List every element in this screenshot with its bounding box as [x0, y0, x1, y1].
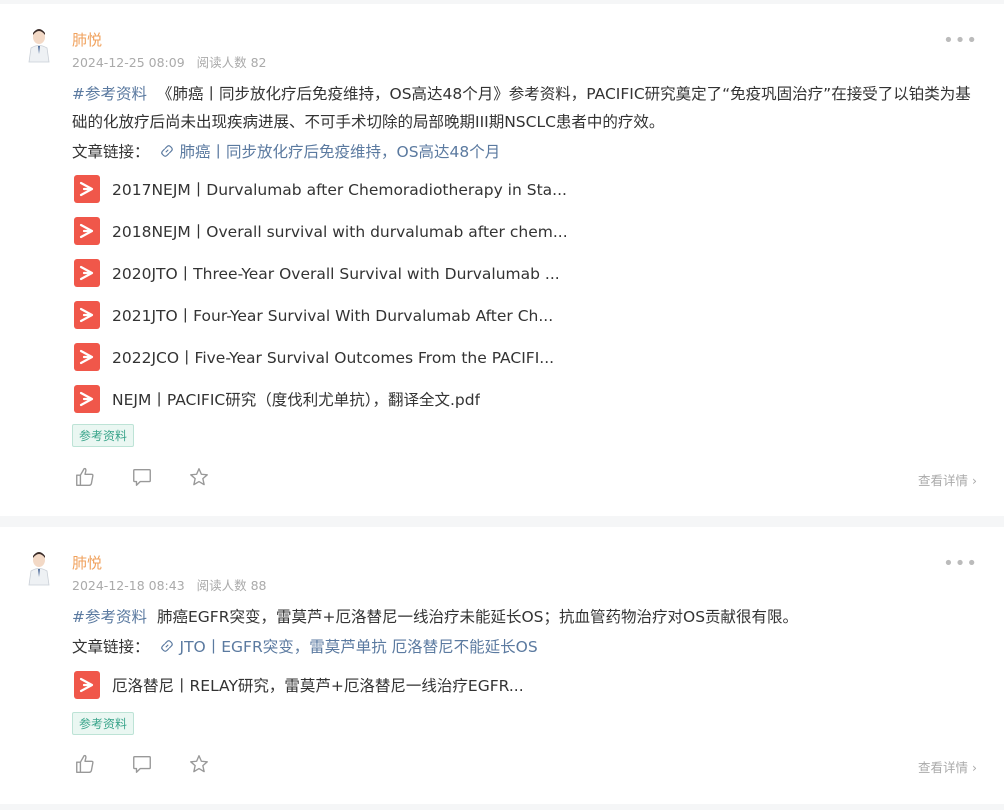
post-text-block: #参考资料 肺癌EGFR突变，雷莫芦+厄洛替尼一线治疗未能延长OS；抗血管药物治疗… [72, 603, 972, 631]
article-link[interactable]: 肺癌丨同步放化疗后免疫维持，OS高达48个月 [160, 143, 501, 161]
file-name: NEJM丨PACIFIC研究（度伐利尤单抗），翻译全文.pdf [112, 391, 481, 409]
star-icon[interactable] [186, 751, 212, 777]
comment-icon[interactable] [129, 464, 155, 490]
action-bar [72, 464, 243, 490]
hashtag[interactable]: #参考资料 [72, 608, 147, 626]
article-link-text: JTO丨EGFR突变，雷莫芦单抗 厄洛替尼不能延长OS [179, 638, 538, 656]
file-item[interactable]: 2021JTO丨Four-Year Survival With Durvalum… [72, 294, 592, 336]
file-item[interactable]: 厄洛替尼丨RELAY研究，雷莫芦+厄洛替尼一线治疗EGFR... [72, 664, 592, 706]
tag-badge[interactable]: 参考资料 [72, 424, 135, 447]
post-meta: 2024-12-18 08:43 阅读人数 88 [72, 575, 267, 594]
file-name: 2017NEJM丨Durvalumab after Chemoradiother… [112, 181, 567, 199]
like-icon[interactable] [72, 751, 98, 777]
view-detail-link[interactable]: 查看详情 › [918, 470, 977, 489]
avatar[interactable] [25, 28, 53, 64]
comment-icon[interactable] [129, 751, 155, 777]
post-meta: 2024-12-25 08:09 阅读人数 82 [72, 52, 267, 71]
article-link-text: 肺癌丨同步放化疗后免疫维持，OS高达48个月 [179, 143, 501, 161]
post-date: 2024-12-25 08:09 [72, 55, 185, 70]
feed: 肺悦 2024-12-25 08:09 阅读人数 82 ••• #参考资料 《肺癌… [0, 0, 1004, 810]
post-card: 肺悦 2024-12-18 08:43 阅读人数 88 ••• #参考资料 肺癌E… [0, 527, 1004, 804]
post-content: #参考资料 《肺癌丨同步放化疗后免疫维持，OS高达48个月》参考资料，PACIFI… [72, 80, 972, 166]
article-link-line: 文章链接： JTO丨EGFR突变，雷莫芦单抗 厄洛替尼不能延长OS [72, 633, 972, 661]
link-icon [160, 145, 173, 157]
view-count: 阅读人数 88 [196, 578, 267, 593]
like-icon[interactable] [72, 464, 98, 490]
pdf-icon [74, 175, 100, 203]
link-icon [160, 640, 173, 652]
article-link[interactable]: JTO丨EGFR突变，雷莫芦单抗 厄洛替尼不能延长OS [160, 638, 538, 656]
view-count: 阅读人数 82 [196, 55, 267, 70]
file-item[interactable]: 2017NEJM丨Durvalumab after Chemoradiother… [72, 168, 592, 210]
hashtag[interactable]: #参考资料 [72, 85, 147, 103]
more-icon[interactable]: ••• [943, 30, 978, 51]
file-name: 厄洛替尼丨RELAY研究，雷莫芦+厄洛替尼一线治疗EGFR... [112, 677, 524, 695]
action-bar [72, 751, 243, 777]
file-item[interactable]: 2022JCO丨Five-Year Survival Outcomes From… [72, 336, 592, 378]
star-icon[interactable] [186, 464, 212, 490]
post-content: #参考资料 肺癌EGFR突变，雷莫芦+厄洛替尼一线治疗未能延长OS；抗血管药物治疗… [72, 603, 972, 661]
file-name: 2020JTO丨Three-Year Overall Survival with… [112, 265, 560, 283]
pdf-icon [74, 217, 100, 245]
link-label: 文章链接： [72, 143, 150, 161]
article-link-line: 文章链接： 肺癌丨同步放化疗后免疫维持，OS高达48个月 [72, 138, 972, 166]
link-label: 文章链接： [72, 638, 150, 656]
post-text: 《肺癌丨同步放化疗后免疫维持，OS高达48个月》参考资料，PACIFIC研究奠定… [72, 85, 971, 131]
file-name: 2018NEJM丨Overall survival with durvaluma… [112, 223, 568, 241]
pdf-icon [74, 671, 100, 699]
file-item[interactable]: NEJM丨PACIFIC研究（度伐利尤单抗），翻译全文.pdf [72, 378, 592, 420]
avatar[interactable] [25, 551, 53, 587]
file-list: 厄洛替尼丨RELAY研究，雷莫芦+厄洛替尼一线治疗EGFR... [72, 664, 592, 706]
file-name: 2021JTO丨Four-Year Survival With Durvalum… [112, 307, 554, 325]
file-item[interactable]: 2020JTO丨Three-Year Overall Survival with… [72, 252, 592, 294]
pdf-icon [74, 301, 100, 329]
post-text: 肺癌EGFR突变，雷莫芦+厄洛替尼一线治疗未能延长OS；抗血管药物治疗对OS贡献… [157, 608, 799, 626]
pdf-icon [74, 343, 100, 371]
author-name[interactable]: 肺悦 [72, 552, 102, 573]
post-card: 肺悦 2024-12-25 08:09 阅读人数 82 ••• #参考资料 《肺癌… [0, 4, 1004, 516]
more-icon[interactable]: ••• [943, 553, 978, 574]
pdf-icon [74, 385, 100, 413]
file-list: 2017NEJM丨Durvalumab after Chemoradiother… [72, 168, 592, 420]
file-name: 2022JCO丨Five-Year Survival Outcomes From… [112, 349, 555, 367]
author-name[interactable]: 肺悦 [72, 29, 102, 50]
file-item[interactable]: 2018NEJM丨Overall survival with durvaluma… [72, 210, 592, 252]
pdf-icon [74, 259, 100, 287]
post-text-block: #参考资料 《肺癌丨同步放化疗后免疫维持，OS高达48个月》参考资料，PACIFI… [72, 80, 972, 136]
view-detail-link[interactable]: 查看详情 › [918, 757, 977, 776]
tag-badge[interactable]: 参考资料 [72, 712, 135, 735]
post-date: 2024-12-18 08:43 [72, 578, 185, 593]
